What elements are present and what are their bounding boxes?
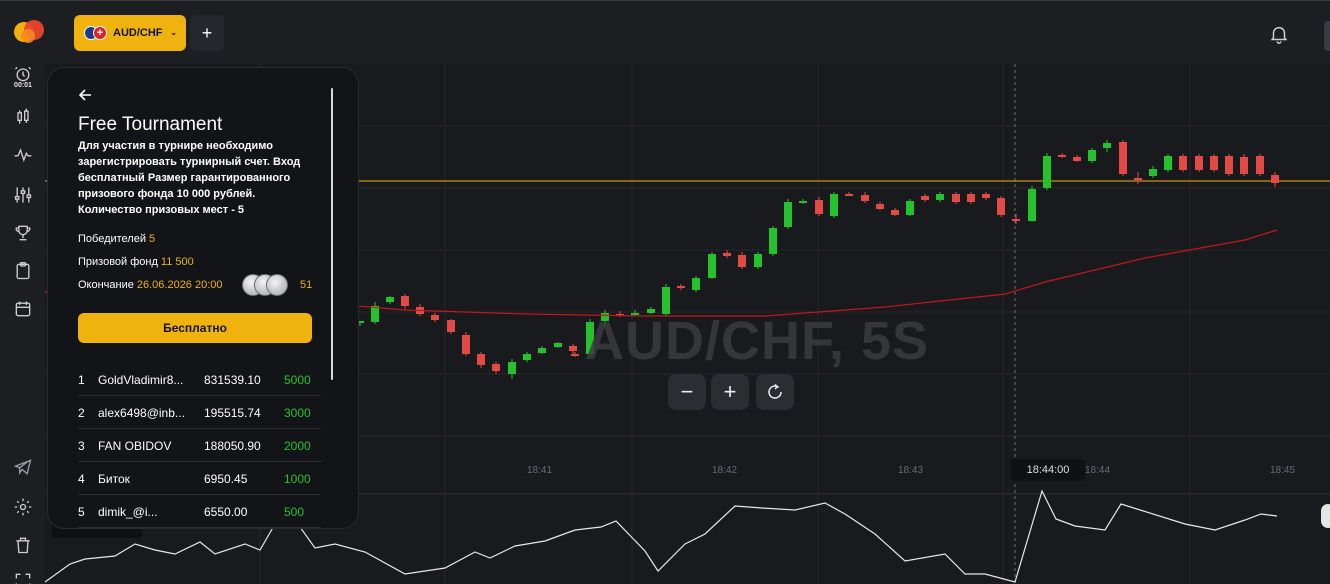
time-tick: 18:43 [898,465,924,476]
lb-name: alex6498@inb... [98,406,185,420]
prize-fund-row: Призовой фонд 11 500 [78,256,194,268]
fullscreen-button[interactable] [6,566,40,584]
lb-prize: 2000 [284,439,311,453]
history-button[interactable] [6,256,40,286]
crosshair-time-label: 18:44:00 [1011,459,1085,481]
end-date-label: Окончание [78,279,134,291]
leaderboard-row: 3 FAN OBIDOV 188050.90 2000 [78,429,321,462]
logo-icon[interactable] [12,18,46,46]
winners-value: 5 [149,233,156,245]
time-tick: 18:42 [712,465,738,476]
lb-score: 6550.00 [204,505,248,519]
clear-button[interactable] [6,530,40,560]
trophy-icon [15,225,31,241]
lb-rank: 5 [78,505,85,519]
join-free-label: Бесплатно [163,321,227,335]
pulse-icon [14,148,32,162]
lb-name: FAN OBIDOV [98,439,172,453]
indicators-button[interactable] [6,140,40,170]
lb-rank: 2 [78,406,85,420]
lb-prize: 3000 [284,406,311,420]
add-asset-label: + [201,22,213,43]
timer-label: 00:01 [14,82,32,89]
lb-rank: 3 [78,439,85,453]
zoom-in-label: + [723,379,737,404]
lb-name: dimik_@i... [98,505,158,519]
leaderboard-row: 4 Биток 6950.45 1000 [78,462,321,495]
tournament-title: Free Tournament [78,114,223,135]
lb-score: 188050.90 [204,439,261,453]
time-tick: 18:41 [527,465,553,476]
end-date-value: 26.06.2026 20:00 [136,279,223,291]
join-free-button[interactable]: Бесплатно [78,313,312,343]
tournament-description: Для участия в турнире необходимо зарегис… [78,140,301,216]
lb-name: Биток [98,472,130,486]
leaderboard-row: 2 alex6498@inb... 195515.74 3000 [78,396,321,429]
back-arrow-icon[interactable] [78,88,92,102]
trash-icon [16,537,30,554]
participants-count: 51 [300,279,313,291]
clipboard-icon [16,262,30,280]
flag-icon: + [84,26,108,40]
tournaments-button[interactable] [6,218,40,248]
leaderboard-row: 1 GoldVladimir8... 831539.10 5000 [78,363,321,396]
telegram-icon [13,459,32,475]
participants-coins-icon [242,274,294,296]
candles-icon [17,108,29,124]
prize-fund-value: 11 500 [160,256,194,268]
top-bar: + AUD/CHF ⌄ + [0,0,1330,64]
fullscreen-icon [15,573,31,584]
lb-score: 831539.10 [204,373,261,387]
time-tick: 18:44 [1085,465,1111,476]
refresh-icon [768,383,782,399]
chart-watermark: AUD/CHF, 5S [585,311,930,371]
lb-rank: 1 [78,373,85,387]
calendar-icon [15,301,31,317]
winners-row: Победителей 5 [78,233,155,245]
bell-icon[interactable] [1268,23,1290,45]
asset-tab-label: AUD/CHF [113,27,163,39]
add-asset-button[interactable]: + [190,15,224,51]
lb-rank: 4 [78,472,85,486]
lb-score: 195515.74 [204,406,261,420]
prize-fund-label: Призовой фонд [78,256,158,268]
alarm-clock-icon [15,66,31,82]
timer-button[interactable] [6,64,40,94]
time-tick: 18:45 [1270,465,1296,476]
sliders-icon [14,187,32,203]
lb-prize: 1000 [284,472,311,486]
chart-type-button[interactable] [6,102,40,132]
telegram-button[interactable] [6,452,40,482]
zoom-out-button[interactable]: − [668,374,706,410]
lb-prize: 5000 [284,373,311,387]
end-date-row: Окончание 26.06.2026 20:00 [78,279,223,291]
reset-zoom-button[interactable] [756,374,794,410]
winners-label: Победителей [78,233,146,245]
chart-scroll-handle[interactable] [1321,504,1330,528]
gear-icon [14,498,32,516]
calendar-button[interactable] [6,294,40,324]
lb-score: 6950.45 [204,472,248,486]
tournament-panel: Free Tournament Для участия в турнире не… [48,68,358,528]
leaderboard-row: 5 dimik_@i... 6550.00 500 [78,495,321,528]
settings-button[interactable] [6,492,40,522]
lb-name: GoldVladimir8... [98,373,184,387]
zoom-out-label: − [680,379,694,404]
asset-tab-aud-chf[interactable]: + AUD/CHF ⌄ [74,15,186,51]
lb-prize: 500 [284,505,305,519]
zoom-in-button[interactable]: + [711,374,749,410]
left-sidebar: 00:01 [0,64,45,584]
chevron-down-icon: ⌄ [170,28,177,37]
right-edge-handle[interactable] [1324,21,1330,51]
settings-sliders-button[interactable] [6,180,40,210]
